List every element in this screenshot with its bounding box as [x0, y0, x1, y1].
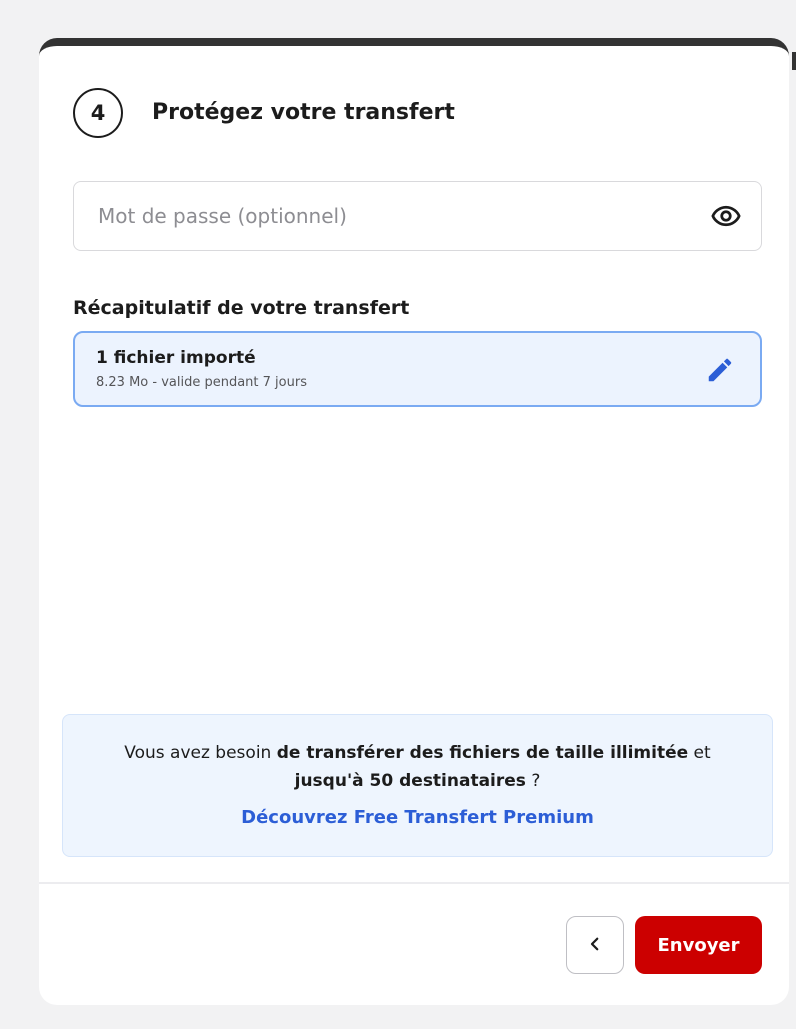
password-field	[73, 181, 762, 251]
window-edge-marker	[792, 52, 796, 70]
file-summary-card[interactable]: 1 fichier importé 8.23 Mo - valide penda…	[73, 331, 762, 407]
promo-text-part: ?	[525, 771, 541, 791]
step-number: 4	[90, 101, 106, 125]
promo-text-part: et	[688, 743, 711, 763]
back-button[interactable]	[566, 916, 624, 974]
promo-text-bold: de transférer des fichiers de taille ill…	[276, 743, 689, 763]
promo-text: Vous avez besoin de transférer des fichi…	[83, 739, 752, 795]
promo-text-part: Vous avez besoin	[124, 743, 277, 763]
step-title: Protégez votre transfert	[152, 100, 455, 125]
chevron-left-icon	[586, 935, 604, 956]
promo-text-bold: jusqu'à 50 destinataires	[294, 771, 526, 791]
file-count: 1 fichier importé	[96, 348, 256, 368]
footer-divider	[39, 882, 789, 884]
send-button[interactable]: Envoyer	[635, 916, 762, 974]
password-input[interactable]	[96, 195, 709, 237]
premium-link[interactable]: Découvrez Free Transfert Premium	[63, 806, 772, 830]
pencil-icon[interactable]	[705, 355, 735, 385]
transfer-panel: 4 Protégez votre transfert Récapitulatif…	[39, 38, 789, 1005]
premium-promo-banner: Vous avez besoin de transférer des fichi…	[62, 714, 773, 857]
summary-heading: Récapitulatif de votre transfert	[73, 297, 410, 319]
eye-icon[interactable]	[709, 199, 743, 233]
step-number-badge: 4	[73, 88, 123, 138]
file-details: 8.23 Mo - valide pendant 7 jours	[96, 375, 307, 390]
